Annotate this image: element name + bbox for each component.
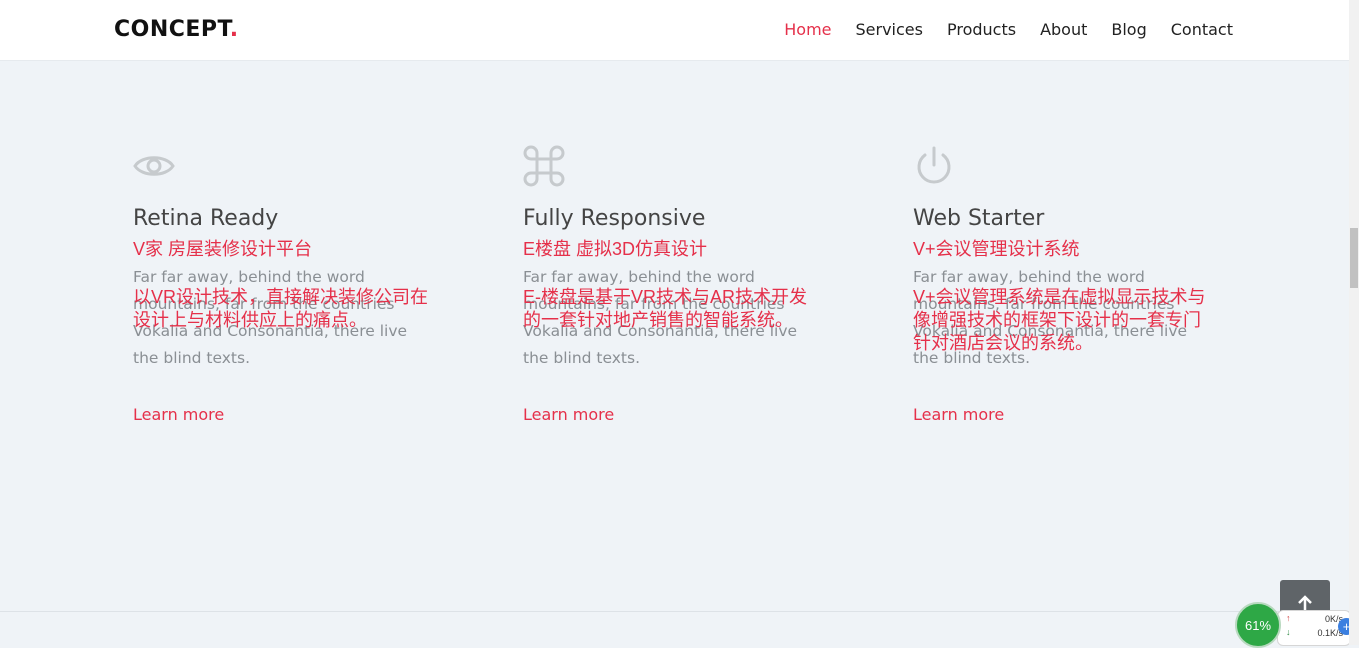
eye-icon	[133, 156, 175, 176]
feature-web-starter: Web Starter V+会议管理设计系统 Far far away, beh…	[913, 145, 1233, 424]
section-divider	[0, 611, 1349, 612]
network-speed-widget[interactable]: 61% ↑ 0K/s ↓ 0.1K/s +	[1232, 602, 1359, 648]
nav-blog[interactable]: Blog	[1111, 20, 1146, 39]
learn-more-link[interactable]: Learn more	[523, 405, 614, 424]
page-scrollbar[interactable]	[1349, 0, 1359, 645]
feature-cn-title: V+会议管理设计系统	[913, 239, 1080, 259]
download-speed: 0.1K/s	[1317, 628, 1343, 638]
memory-usage-gauge[interactable]: 61%	[1235, 602, 1281, 648]
feature-cn-description: V+会议管理系统是在虚拟显示技术与像增强技术的框架下设计的一套专门针对酒店会议的…	[913, 287, 1206, 353]
scrollbar-thumb[interactable]	[1350, 228, 1358, 288]
feature-title: Retina Ready	[133, 206, 279, 231]
main-nav: Home Services Products About Blog Contac…	[760, 20, 1233, 39]
feature-cn-description: 以VR设计技术，直接解决装修公司在设计上与材料供应上的痛点。	[133, 287, 429, 330]
feature-fully-responsive: Fully Responsive E楼盘 虚拟3D仿真设计 Far far aw…	[523, 145, 843, 424]
learn-more-link[interactable]: Learn more	[913, 405, 1004, 424]
feature-title: Web Starter	[913, 206, 1045, 231]
nav-home[interactable]: Home	[784, 20, 831, 39]
feature-cn-title: E楼盘 虚拟3D仿真设计	[523, 239, 708, 259]
feature-title: Fully Responsive	[523, 206, 706, 231]
nav-contact[interactable]: Contact	[1171, 20, 1233, 39]
logo[interactable]: CONCEPT.	[114, 17, 239, 42]
logo-text: CONCEPT	[114, 17, 230, 42]
learn-more-link[interactable]: Learn more	[133, 405, 224, 424]
feature-cn-description: E-楼盘是基于VR技术与AR技术开发的一套针对地产销售的智能系统。	[523, 287, 808, 330]
nav-services[interactable]: Services	[856, 20, 923, 39]
feature-retina-ready: Retina Ready V家 房屋装修设计平台 Far far away, b…	[133, 145, 453, 424]
nav-products[interactable]: Products	[947, 20, 1016, 39]
feature-cn-title: V家 房屋装修设计平台	[133, 239, 313, 259]
power-icon	[917, 146, 951, 184]
navbar: CONCEPT. Home Services Products About Bl…	[0, 0, 1349, 61]
logo-dot: .	[229, 17, 239, 42]
command-icon	[523, 145, 565, 187]
nav-about[interactable]: About	[1040, 20, 1087, 39]
upload-speed: 0K/s	[1324, 614, 1343, 624]
